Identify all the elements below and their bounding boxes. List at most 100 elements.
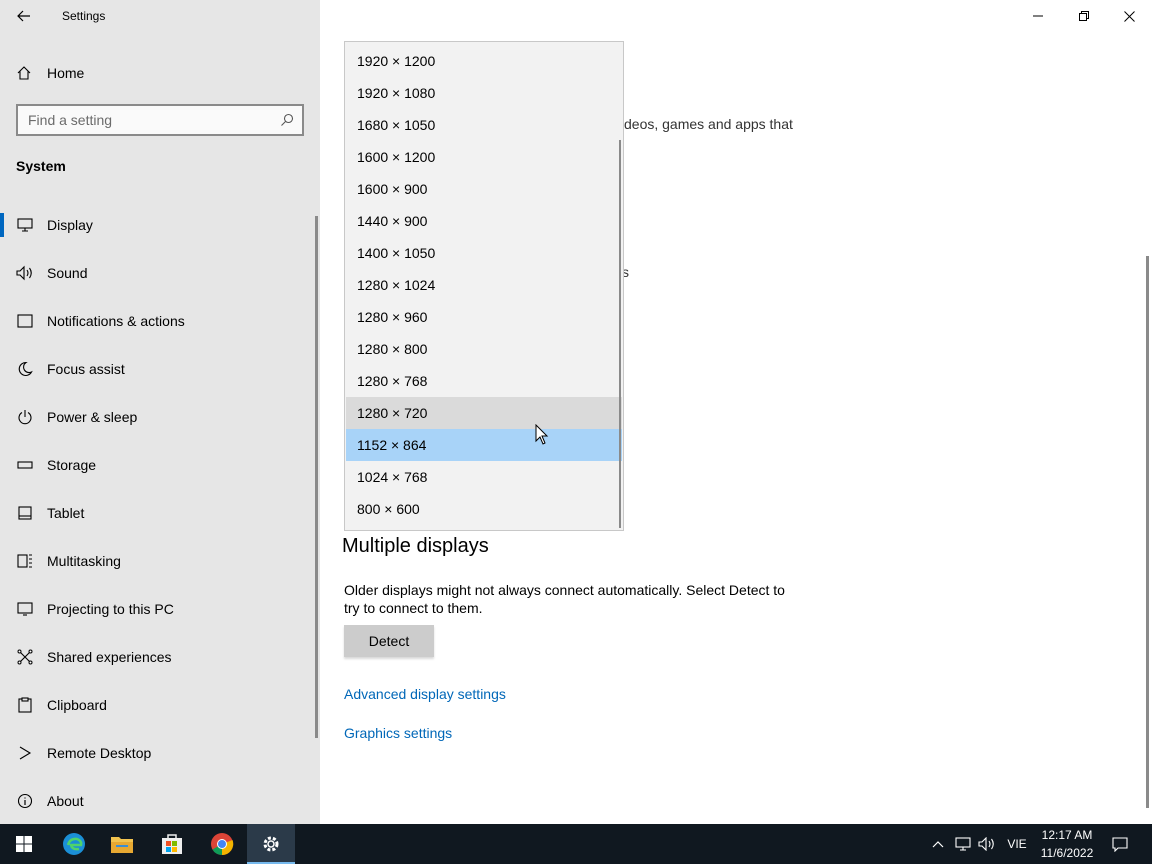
clock[interactable]: 12:17 AM 11/6/2022	[1034, 826, 1100, 862]
notification-icon	[1112, 837, 1128, 852]
start-icon	[16, 836, 32, 852]
taskbar-edge[interactable]	[50, 824, 98, 864]
resolution-option[interactable]: 800 × 600	[346, 493, 622, 525]
moon-icon	[16, 360, 34, 378]
chrome-icon	[211, 833, 234, 856]
taskbar: VIE 12:17 AM 11/6/2022	[0, 824, 1152, 864]
main-scrollbar[interactable]	[1146, 256, 1149, 808]
sidebar-item-label: Storage	[47, 457, 97, 473]
resolution-option[interactable]: 1680 × 1050	[346, 109, 622, 141]
home-label: Home	[47, 65, 85, 81]
back-button[interactable]	[10, 4, 38, 28]
resolution-option[interactable]: 1440 × 900	[346, 205, 622, 237]
advanced-display-settings-link[interactable]: Advanced display settings	[344, 686, 506, 702]
resolution-option[interactable]: 1600 × 1200	[346, 141, 622, 173]
sidebar-item-label: Power & sleep	[47, 409, 138, 425]
resolution-option[interactable]: 1600 × 900	[346, 173, 622, 205]
storage-icon	[16, 456, 34, 474]
sidebar-item-notifications[interactable]: Notifications & actions	[0, 297, 320, 345]
sidebar-item-remote-desktop[interactable]: Remote Desktop	[0, 729, 320, 777]
volume-button[interactable]	[976, 824, 998, 864]
sidebar-item-tablet[interactable]: Tablet	[0, 489, 320, 537]
multiple-displays-description: Older displays might not always connect …	[344, 582, 785, 616]
dropdown-scrollbar[interactable]	[619, 140, 621, 528]
taskbar-settings[interactable]	[247, 824, 295, 864]
sidebar-item-label: Notifications & actions	[47, 313, 185, 329]
section-title: System	[16, 158, 66, 174]
sidebar-item-label: Sound	[47, 265, 88, 281]
sidebar-item-storage[interactable]: Storage	[0, 441, 320, 489]
sidebar-item-about[interactable]: About	[0, 777, 320, 825]
close-button[interactable]	[1106, 0, 1152, 32]
resolution-option-hovered[interactable]: 1280 × 720	[346, 397, 622, 429]
sidebar-item-label: About	[47, 793, 84, 809]
edge-icon	[63, 833, 85, 855]
tablet-icon	[16, 504, 34, 522]
sidebar-item-label: Tablet	[47, 505, 85, 521]
sidebar-item-label: Shared experiences	[47, 649, 172, 665]
sidebar-item-label: Clipboard	[47, 697, 107, 713]
show-hidden-icons-button[interactable]	[928, 824, 948, 864]
resolution-option[interactable]: 1280 × 960	[346, 301, 622, 333]
resolution-option[interactable]: 1280 × 768	[346, 365, 622, 397]
sidebar-item-power-sleep[interactable]: Power & sleep	[0, 393, 320, 441]
sidebar-item-display[interactable]: Display	[0, 201, 320, 249]
resolution-option[interactable]: 1024 × 768	[346, 461, 622, 493]
detect-button[interactable]: Detect	[344, 625, 434, 657]
minimize-icon	[1033, 15, 1043, 17]
minimize-button[interactable]	[1015, 0, 1061, 32]
action-center-button[interactable]	[1106, 824, 1134, 864]
sidebar-item-sound[interactable]: Sound	[0, 249, 320, 297]
app-title: Settings	[62, 9, 106, 23]
sidebar-item-clipboard[interactable]: Clipboard	[0, 681, 320, 729]
resolution-option[interactable]: 1920 × 1200	[346, 45, 622, 77]
settings-icon	[263, 836, 279, 852]
home-nav-item[interactable]: Home	[0, 57, 320, 89]
sidebar-item-multitasking[interactable]: Multitasking	[0, 537, 320, 585]
resolution-option[interactable]: 1400 × 1050	[346, 237, 622, 269]
clipboard-icon	[16, 696, 34, 714]
network-icon	[955, 837, 971, 851]
sidebar-item-label: Projecting to this PC	[47, 601, 174, 617]
sidebar-scrollbar[interactable]	[315, 216, 318, 738]
sidebar-item-projecting[interactable]: Projecting to this PC	[0, 585, 320, 633]
display-description-fragment: deos, games and apps that	[624, 116, 793, 132]
resolution-option[interactable]: 1280 × 1024	[346, 269, 622, 301]
projecting-icon	[16, 600, 34, 618]
search-input[interactable]	[18, 112, 268, 128]
sidebar-item-label: Multitasking	[47, 553, 121, 569]
home-icon	[16, 65, 32, 81]
resolution-option-selected[interactable]: 1152 × 864	[346, 429, 622, 461]
start-button[interactable]	[0, 824, 48, 864]
multitasking-icon	[16, 552, 34, 570]
clock-time: 12:17 AM	[1041, 828, 1093, 842]
restore-icon	[1079, 11, 1089, 21]
graphics-settings-link[interactable]: Graphics settings	[344, 725, 452, 741]
back-arrow-icon	[17, 10, 30, 22]
restore-button[interactable]	[1061, 0, 1107, 32]
sidebar-item-focus-assist[interactable]: Focus assist	[0, 345, 320, 393]
monitor-icon	[16, 216, 34, 234]
clock-date: 11/6/2022	[1040, 846, 1094, 860]
search-box[interactable]	[16, 104, 304, 136]
speaker-icon	[16, 264, 34, 282]
resolution-option[interactable]: 1920 × 1080	[346, 77, 622, 109]
remote-desktop-icon	[16, 744, 34, 762]
taskbar-file-explorer[interactable]	[98, 824, 146, 864]
file-explorer-icon	[111, 837, 133, 853]
sidebar-item-label: Remote Desktop	[47, 745, 152, 761]
input-language[interactable]: VIE	[1003, 824, 1031, 864]
store-icon	[162, 834, 182, 854]
sidebar: Settings Home System Display Sound Notif…	[0, 0, 320, 824]
resolution-dropdown-list[interactable]: 1920 × 1200 1920 × 1080 1680 × 1050 1600…	[344, 41, 624, 531]
sidebar-item-label: Focus assist	[47, 361, 125, 377]
network-button[interactable]	[952, 824, 974, 864]
taskbar-chrome[interactable]	[198, 824, 246, 864]
taskbar-store[interactable]	[148, 824, 196, 864]
sidebar-item-shared-experiences[interactable]: Shared experiences	[0, 633, 320, 681]
mouse-cursor-icon	[535, 424, 549, 445]
chevron-up-icon	[932, 841, 944, 848]
system-nav: Display Sound Notifications & actions Fo…	[0, 201, 320, 825]
title-bar: Settings	[0, 0, 320, 32]
resolution-option[interactable]: 1280 × 800	[346, 333, 622, 365]
